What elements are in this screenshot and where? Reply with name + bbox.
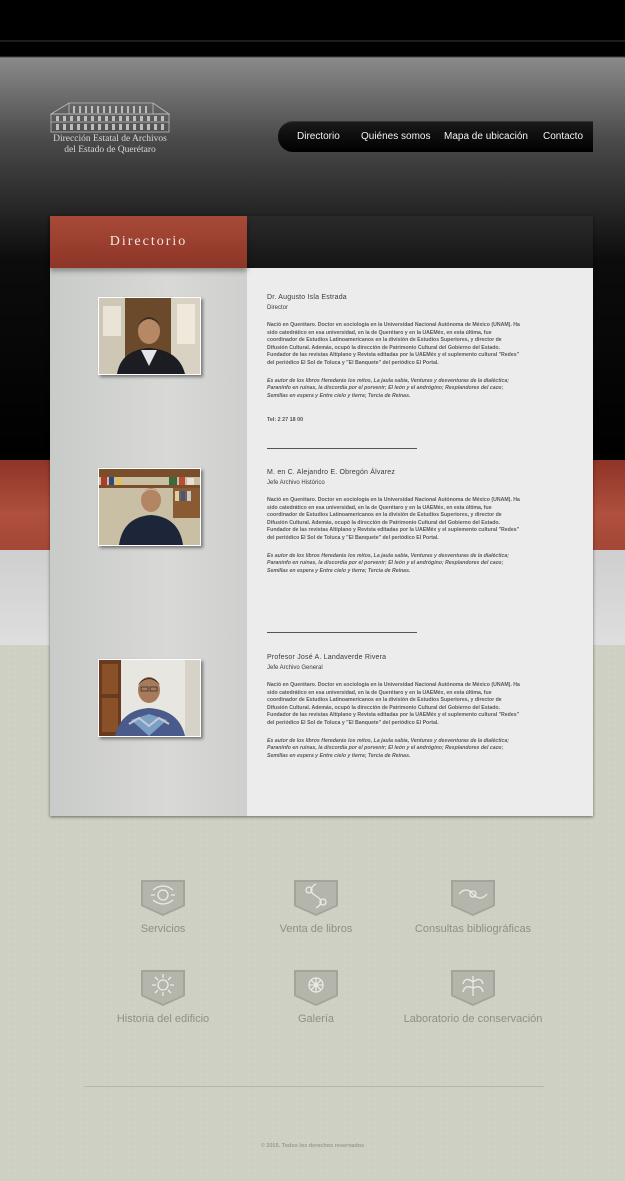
person-card-1: Dr. Augusto Isla Estrada Director Nació …	[267, 294, 522, 423]
main-nav: Directorio Quiénes somos Mapa de ubicaci…	[278, 121, 593, 152]
person-role: Director	[267, 305, 289, 311]
person-role: Jefe Archivo Histórico	[267, 480, 325, 486]
service-label: Galería	[297, 1013, 335, 1025]
panel-header	[247, 216, 593, 268]
person-photo-3	[98, 659, 201, 737]
divider	[267, 448, 417, 449]
service-venta-libros[interactable]: Venta de libros	[236, 880, 396, 935]
building-icon	[49, 102, 171, 133]
person-bio: Nació en Querétaro. Doctor en sociología…	[267, 682, 520, 726]
copyright-text: © 2015. Todos los derechos reservados	[260, 1143, 365, 1149]
person-photo-2	[98, 468, 201, 546]
person-books: Es autor de los libros Heredarás los mit…	[267, 737, 509, 759]
logo-title-line-2: del Estado de Querétaro	[64, 145, 156, 155]
nav-item-contacto[interactable]: Contacto	[543, 131, 583, 142]
person-name: Profesor José A. Landaverde Rivera	[267, 654, 387, 661]
ornament-icon	[141, 880, 185, 916]
person-name: Dr. Augusto Isla Estrada	[267, 294, 347, 301]
person-role: Jefe Archivo General	[267, 665, 323, 671]
divider	[267, 632, 417, 633]
service-label: Consultas bibliográficas	[414, 923, 532, 935]
service-label: Historia del edificio	[116, 1013, 210, 1025]
service-label: Laboratorio de conservación	[403, 1013, 543, 1025]
ornament-icon	[451, 880, 495, 916]
person-books: Es autor de los libros Heredarás los mit…	[267, 552, 509, 574]
service-servicios[interactable]: Servicios	[83, 880, 243, 935]
service-label: Servicios	[140, 923, 186, 935]
leaf-ornament-icon	[451, 970, 495, 1006]
sun-ornament-icon	[141, 970, 185, 1006]
nav-item-mapa[interactable]: Mapa de ubicación	[444, 131, 528, 142]
person-name: M. en C. Alejandro E. Obregón Álvarez	[267, 469, 396, 476]
footer-divider	[84, 1086, 544, 1087]
person-card-2: M. en C. Alejandro E. Obregón Álvarez Je…	[267, 469, 522, 575]
service-laboratorio[interactable]: Laboratorio de conservación	[393, 970, 553, 1025]
nav-item-directorio[interactable]: Directorio	[297, 131, 340, 142]
service-historia[interactable]: Historia del edificio	[83, 970, 243, 1025]
logo-title-line-1: Dirección Estatal de Archivos	[53, 134, 167, 144]
ornament-icon	[294, 880, 338, 916]
nav-item-quienes-somos[interactable]: Quiénes somos	[361, 131, 430, 142]
site-logo[interactable]: Dirección Estatal de Archivos del Estado…	[48, 100, 172, 156]
service-label: Venta de libros	[279, 923, 353, 935]
service-galeria[interactable]: Galería	[236, 970, 396, 1025]
person-phone: Tel: 2 27 18 00	[267, 417, 304, 424]
ornament-icon	[294, 970, 338, 1006]
directory-panel: Directorio Dr. Augusto Isla Estrada Dire…	[50, 216, 593, 816]
section-title-tab: Directorio	[50, 216, 247, 268]
person-books: Es autor de los libros Heredarás los mit…	[267, 377, 509, 399]
person-photo-1	[98, 297, 201, 375]
person-bio: Nació en Querétaro. Doctor en sociología…	[267, 322, 520, 366]
person-card-3: Profesor José A. Landaverde Rivera Jefe …	[267, 654, 522, 760]
person-bio: Nació en Querétaro. Doctor en sociología…	[267, 497, 520, 541]
service-consultas[interactable]: Consultas bibliográficas	[393, 880, 553, 935]
